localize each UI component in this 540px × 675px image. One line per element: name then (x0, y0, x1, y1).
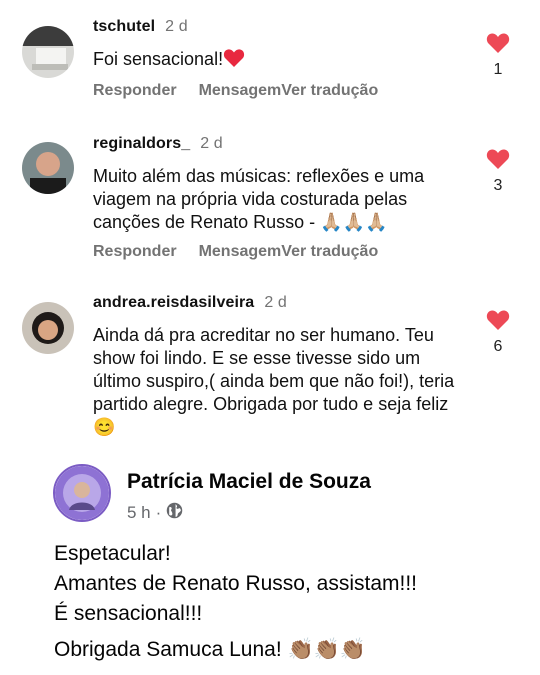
like-count[interactable]: 6 (484, 338, 512, 356)
comment-text-content: Muito além das músicas: reflexões e uma … (93, 166, 425, 232)
reply-button[interactable]: Responder (93, 243, 177, 261)
globe-icon (166, 502, 183, 524)
fb-post-line-2: Amantes de Renato Russo, assistam!!! (54, 572, 417, 595)
username-text[interactable]: reginaldors_ (93, 135, 190, 152)
translate-button[interactable]: Ver tradução (281, 82, 378, 100)
message-button[interactable]: Mensagem (199, 82, 282, 100)
fb-post-meta: 5 h · (127, 502, 183, 524)
like-button[interactable]: 1 (484, 32, 512, 79)
fb-post-line-3: É sensacional!!! (54, 602, 203, 625)
avatar[interactable] (22, 302, 74, 354)
username-text[interactable]: tschutel (93, 18, 155, 35)
comment-time: 2 d (200, 135, 223, 152)
comment-text: Ainda dá pra acreditar no ser humano. Te… (93, 324, 463, 439)
comment-username[interactable]: reginaldors_ 2 d (93, 135, 223, 153)
reply-button[interactable]: Responder (93, 82, 177, 100)
red-heart-icon (223, 49, 245, 69)
message-button[interactable]: Mensagem (199, 243, 282, 261)
fb-post-time[interactable]: 5 h (127, 503, 151, 523)
comment-time: 2 d (165, 18, 188, 35)
separator-dot: · (155, 503, 162, 522)
like-count[interactable]: 1 (484, 61, 512, 79)
fb-post-line-4: Obrigada Samuca Luna! 👏🏽👏🏽👏🏽 (54, 638, 366, 661)
comment-username[interactable]: tschutel 2 d (93, 18, 188, 36)
comment-text: Muito além das músicas: reflexões e uma … (93, 165, 463, 234)
comment-username[interactable]: andrea.reisdasilveira 2 d (93, 294, 287, 312)
fb-avatar[interactable] (53, 464, 111, 522)
comment-actions: Responder MensagemVer tradução (93, 82, 378, 100)
like-button[interactable]: 3 (484, 148, 512, 195)
translate-button[interactable]: Ver tradução (281, 243, 378, 261)
like-count[interactable]: 3 (484, 177, 512, 195)
comment-text: Foi sensacional! (93, 48, 463, 71)
facebook-post-card: Patrícia Maciel de Souza 5 h · Espetacul… (0, 450, 540, 675)
avatar[interactable] (22, 142, 74, 194)
comment-text-content: Ainda dá pra acreditar no ser humano. Te… (93, 325, 455, 437)
username-text[interactable]: andrea.reisdasilveira (93, 294, 254, 311)
fb-author-name[interactable]: Patrícia Maciel de Souza (127, 470, 371, 494)
avatar[interactable] (22, 26, 74, 78)
comment-time: 2 d (264, 294, 287, 311)
like-button[interactable]: 6 (484, 309, 512, 356)
comment-text-content: Foi sensacional! (93, 49, 224, 69)
heart-icon[interactable] (486, 32, 510, 53)
heart-icon[interactable] (486, 309, 510, 330)
heart-icon[interactable] (486, 148, 510, 169)
fb-post-line-1: Espetacular! (54, 542, 171, 565)
comment-actions: Responder MensagemVer tradução (93, 243, 378, 261)
